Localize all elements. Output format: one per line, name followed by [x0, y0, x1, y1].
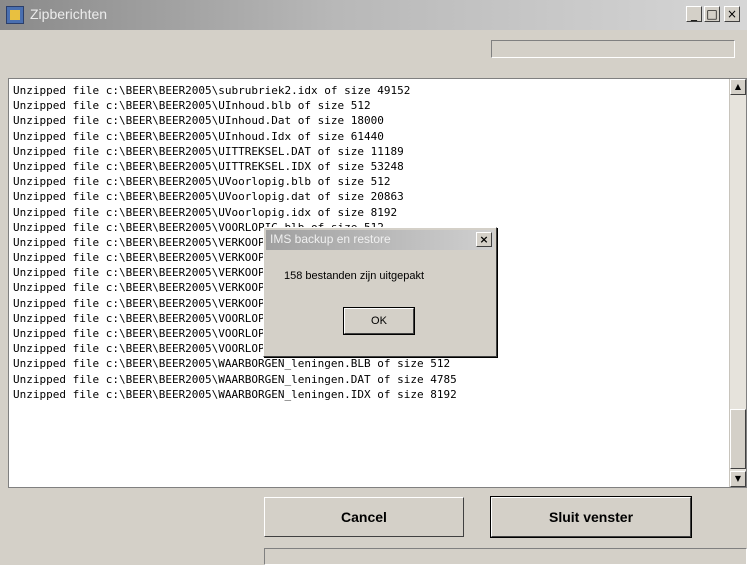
dialog-message: 158 bestanden zijn uitgepakt [284, 270, 425, 282]
log-line: Unzipped file c:\BEER\BEER2005\UInhoud.I… [13, 129, 384, 143]
window-title: Zipberichten [30, 6, 108, 22]
zip-messages-window: Zipberichten _ □ × Unzipped file c:\BEER… [0, 0, 747, 565]
log-line: Unzipped file c:\BEER\BEER2005\UVoorlopi… [13, 205, 398, 219]
title-bar[interactable]: Zipberichten _ □ × [0, 0, 747, 30]
cancel-button-label: Cancel [341, 509, 387, 525]
zip-app-icon[interactable] [6, 6, 24, 24]
dialog-title: IMS backup en restore [270, 232, 391, 246]
message-dialog: IMS backup en restore × 158 bestanden zi… [263, 227, 497, 357]
cancel-button[interactable]: Cancel [264, 497, 464, 537]
scroll-thumb[interactable] [730, 409, 746, 469]
log-line: Unzipped file c:\BEER\BEER2005\WAARBORGE… [13, 357, 451, 371]
log-line: Unzipped file c:\BEER\BEER2005\WAARBORGE… [13, 372, 457, 386]
vertical-scrollbar[interactable]: ▲ ▼ [729, 79, 746, 487]
log-line: Unzipped file c:\BEER\BEER2005\subrubrie… [13, 84, 411, 97]
log-line: Unzipped file c:\BEER\BEER2005\UITTREKSE… [13, 159, 404, 173]
log-line: Unzipped file c:\BEER\BEER2005\UVoorlopi… [13, 175, 391, 189]
minimize-button[interactable]: _ [686, 6, 702, 22]
log-line: Unzipped file c:\BEER\BEER2005\WAARBORGE… [13, 387, 457, 401]
scroll-down-arrow-icon[interactable]: ▼ [730, 471, 746, 487]
status-bar [264, 548, 747, 565]
close-window-button-label: Sluit venster [548, 509, 634, 525]
dialog-close-icon[interactable]: × [476, 232, 492, 247]
close-button[interactable]: × [724, 6, 740, 22]
log-line: Unzipped file c:\BEER\BEER2005\UInhoud.b… [13, 99, 371, 113]
dialog-ok-button[interactable]: OK [343, 307, 415, 335]
maximize-button[interactable]: □ [704, 6, 720, 22]
log-line: Unzipped file c:\BEER\BEER2005\UVoorlopi… [13, 190, 404, 204]
log-line: Unzipped file c:\BEER\BEER2005\UInhoud.D… [13, 114, 384, 128]
progress-bar [491, 40, 735, 58]
scroll-up-arrow-icon[interactable]: ▲ [730, 79, 746, 95]
close-window-button[interactable]: Sluit venster [490, 496, 692, 538]
log-line: Unzipped file c:\BEER\BEER2005\UITTREKSE… [13, 144, 404, 158]
dialog-title-bar[interactable]: IMS backup en restore × [266, 230, 494, 250]
